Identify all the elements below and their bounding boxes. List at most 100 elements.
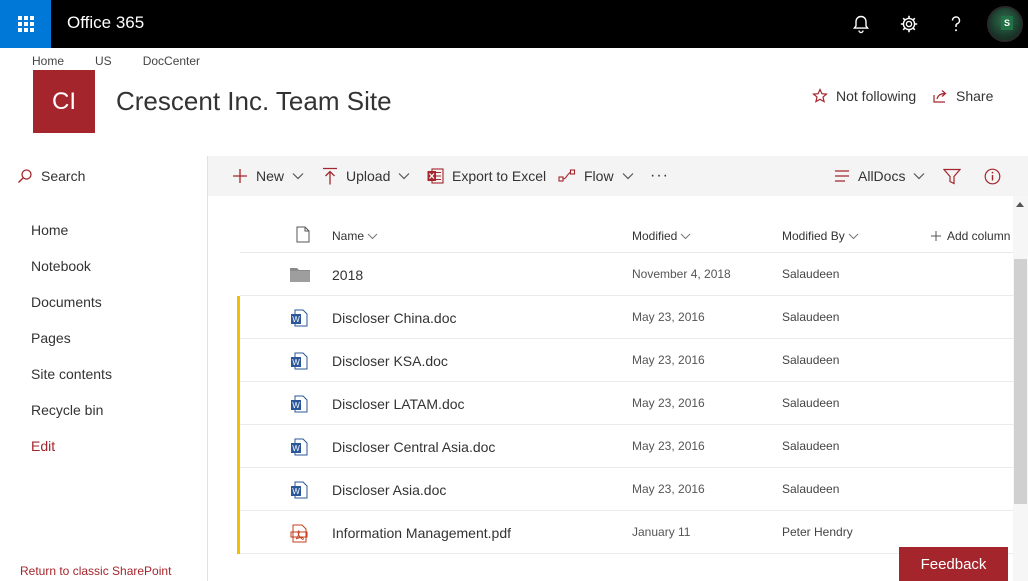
svg-text:W: W <box>292 401 300 410</box>
follow-label: Not following <box>836 88 917 104</box>
topnav-item-us[interactable]: US <box>95 54 112 68</box>
file-name[interactable]: Discloser Central Asia.doc <box>332 439 495 455</box>
modified-by: Salaudeen <box>782 396 840 410</box>
return-to-classic-link[interactable]: Return to classic SharePoint <box>20 564 171 578</box>
view-selector[interactable]: AllDocs <box>834 156 925 196</box>
modified-date: May 23, 2016 <box>632 439 705 453</box>
scroll-up-arrow-icon[interactable] <box>1016 202 1024 207</box>
suite-bar: Office 365 S <box>0 0 1028 48</box>
flow-label: Flow <box>584 168 614 184</box>
search-icon <box>18 169 32 183</box>
app-launcher-button[interactable] <box>0 0 51 48</box>
file-name[interactable]: 2018 <box>332 267 363 283</box>
nav-edit-link[interactable]: Edit <box>31 438 112 474</box>
filter-button[interactable] <box>943 156 969 196</box>
word-doc-icon: W <box>291 481 308 499</box>
svg-text:W: W <box>292 315 300 324</box>
share-button[interactable]: Share <box>932 88 993 104</box>
nav-item-pages[interactable]: Pages <box>31 330 112 366</box>
chevron-down-icon <box>398 173 410 180</box>
help-button[interactable] <box>942 10 970 38</box>
flow-icon <box>558 169 576 182</box>
vertical-scrollbar[interactable] <box>1013 196 1028 581</box>
file-name[interactable]: Discloser LATAM.doc <box>332 396 465 412</box>
list-row[interactable]: W Discloser Central Asia.doc May 23, 201… <box>237 425 1015 468</box>
notifications-button[interactable] <box>847 10 875 38</box>
file-name[interactable]: Discloser China.doc <box>332 310 457 326</box>
list-row[interactable]: 2018 November 4, 2018 Salaudeen <box>240 253 1015 296</box>
more-commands-button[interactable]: ··· <box>650 156 669 196</box>
modified-date: May 23, 2016 <box>632 310 705 324</box>
modified-date: November 4, 2018 <box>632 267 731 281</box>
list-row[interactable]: W Discloser LATAM.doc May 23, 2016 Salau… <box>237 382 1015 425</box>
bell-icon <box>853 15 869 34</box>
chevron-down-icon <box>367 233 378 239</box>
modified-date: May 23, 2016 <box>632 396 705 410</box>
new-item-indicator <box>237 382 240 425</box>
file-name[interactable]: Discloser KSA.doc <box>332 353 448 369</box>
modified-by: Peter Hendry <box>782 525 853 539</box>
plus-icon <box>931 231 941 241</box>
modified-date: January 11 <box>632 525 691 539</box>
modified-column-label: Modified <box>632 229 678 243</box>
chevron-down-icon <box>914 173 925 180</box>
word-doc-icon: W <box>291 352 308 370</box>
flow-button[interactable]: Flow <box>558 156 634 196</box>
topnav-item-home[interactable]: Home <box>32 54 64 68</box>
site-title[interactable]: Crescent Inc. Team Site <box>116 86 392 117</box>
file-name[interactable]: Information Management.pdf <box>332 525 511 541</box>
list-row[interactable]: W Discloser KSA.doc May 23, 2016 Salaude… <box>237 339 1015 382</box>
command-bar: New Upload Export to Excel Flow ··· AllD… <box>208 156 1028 196</box>
nav-item-site-contents[interactable]: Site contents <box>31 366 112 402</box>
chevron-down-icon <box>292 173 304 180</box>
file-type-column[interactable] <box>293 226 310 243</box>
settings-button[interactable] <box>895 10 923 38</box>
left-navigation: Search Home Notebook Documents Pages Sit… <box>0 156 208 581</box>
nav-item-notebook[interactable]: Notebook <box>31 258 112 294</box>
upload-icon <box>323 167 337 185</box>
info-pane-button[interactable] <box>984 156 1009 196</box>
add-column-button[interactable]: Add column <box>931 229 1010 243</box>
top-navigation: Home US DocCenter <box>32 54 231 68</box>
svg-text:W: W <box>292 487 300 496</box>
new-item-indicator <box>237 425 240 468</box>
search-label: Search <box>41 168 86 184</box>
modified-by: Salaudeen <box>782 310 840 324</box>
filter-icon <box>943 168 961 184</box>
name-column-header[interactable]: Name <box>332 229 378 243</box>
star-icon <box>812 88 828 103</box>
plus-icon <box>233 169 247 183</box>
file-name[interactable]: Discloser Asia.doc <box>332 482 446 498</box>
nav-item-documents[interactable]: Documents <box>31 294 112 330</box>
site-logo[interactable]: CI <box>33 70 95 133</box>
upload-label: Upload <box>346 168 391 184</box>
export-to-excel-button[interactable]: Export to Excel <box>427 156 546 196</box>
new-item-indicator <box>237 296 240 339</box>
list-row[interactable]: W Discloser Asia.doc May 23, 2016 Salaud… <box>237 468 1015 511</box>
nav-item-recycle-bin[interactable]: Recycle bin <box>31 402 112 438</box>
question-mark-icon <box>951 16 961 32</box>
modified-by-column-header[interactable]: Modified By <box>782 229 859 243</box>
follow-button[interactable]: Not following <box>812 88 916 104</box>
scrollbar-thumb[interactable] <box>1014 259 1027 504</box>
upload-button[interactable]: Upload <box>322 156 410 196</box>
modified-by: Salaudeen <box>782 482 840 496</box>
name-column-label: Name <box>332 229 365 243</box>
list-row[interactable]: W Discloser China.doc May 23, 2016 Salau… <box>237 296 1015 339</box>
add-column-label: Add column <box>947 229 1011 243</box>
quick-launch: Home Notebook Documents Pages Site conte… <box>31 222 112 474</box>
topnav-item-doccenter[interactable]: DocCenter <box>143 54 200 68</box>
search-box[interactable]: Search <box>0 156 207 196</box>
nav-item-home[interactable]: Home <box>31 222 112 258</box>
new-label: New <box>256 168 285 184</box>
suite-brand[interactable]: Office 365 <box>67 13 144 33</box>
new-button[interactable]: New <box>232 156 304 196</box>
share-icon <box>933 90 947 103</box>
waffle-icon <box>17 16 34 32</box>
modified-column-header[interactable]: Modified <box>632 229 691 243</box>
modified-by: Salaudeen <box>782 267 840 281</box>
info-icon <box>984 168 1001 184</box>
feedback-button[interactable]: Feedback <box>899 547 1008 581</box>
excel-export-icon <box>427 168 444 184</box>
user-avatar[interactable]: S <box>987 6 1023 42</box>
